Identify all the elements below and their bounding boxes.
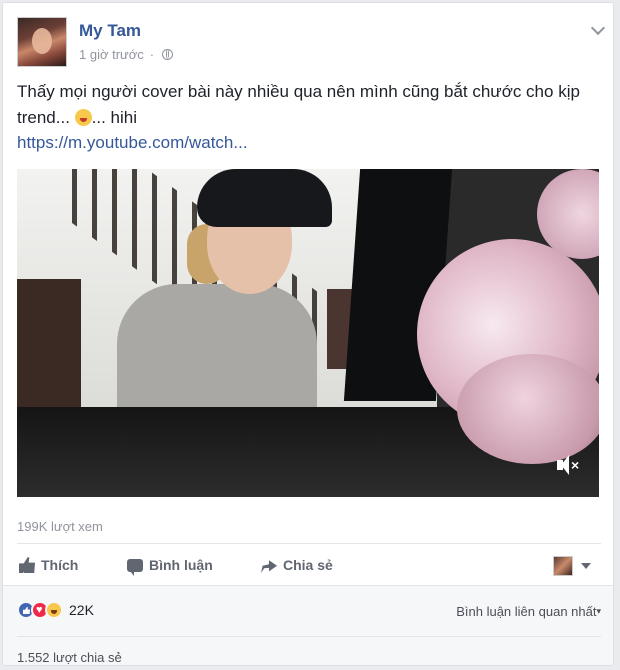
post-link[interactable]: https://m.youtube.com/watch... <box>17 133 248 153</box>
haha-emoji-icon <box>74 109 92 126</box>
chevron-down-icon[interactable] <box>581 563 591 569</box>
author-avatar[interactable] <box>17 17 67 67</box>
comment-label: Bình luận <box>149 557 213 573</box>
post-card: My Tam 1 giờ trước · Thấy mọi người cove… <box>2 2 614 666</box>
video-player[interactable]: × <box>17 169 599 497</box>
video-shelf <box>17 279 81 419</box>
comment-sort-label: Bình luận liên quan nhất <box>456 604 597 619</box>
share-count[interactable]: 1.552 lượt chia sẻ <box>17 650 122 665</box>
mute-icon[interactable]: × <box>557 455 581 475</box>
post-header: My Tam 1 giờ trước · <box>17 17 607 69</box>
share-label: Chia sẻ <box>283 557 333 573</box>
comment-button[interactable]: Bình luận <box>127 549 213 581</box>
action-bar: Thích Bình luận Chia sẻ <box>17 549 601 581</box>
meta-separator: · <box>149 47 155 62</box>
comment-icon <box>127 558 143 576</box>
like-label: Thích <box>41 557 79 573</box>
sort-caret-icon: ▾ <box>596 606 601 616</box>
like-icon <box>19 557 35 573</box>
globe-icon <box>162 49 174 60</box>
post-meta: 1 giờ trước · <box>79 47 174 62</box>
video-person-cap <box>197 169 332 227</box>
reaction-count[interactable]: 22K <box>69 602 94 618</box>
like-button[interactable]: Thích <box>19 549 78 581</box>
page-selector-avatar[interactable] <box>553 556 573 576</box>
divider-grey <box>17 636 601 637</box>
post-text: Thấy mọi người cover bài này nhiều qua n… <box>17 79 601 131</box>
share-icon <box>261 560 277 573</box>
comment-sort-dropdown[interactable]: Bình luận liên quan nhất▾ <box>456 604 601 619</box>
divider-top <box>17 543 601 544</box>
reactions-section: 22K Bình luận liên quan nhất▾ 1.552 lượt… <box>3 585 613 665</box>
view-count: 199K lượt xem <box>17 519 103 534</box>
video-rose-bottom <box>457 354 599 464</box>
haha-reaction-icon <box>45 601 63 619</box>
post-timestamp[interactable]: 1 giờ trước <box>79 47 144 62</box>
author-name[interactable]: My Tam <box>79 21 141 41</box>
chevron-down-icon[interactable] <box>590 20 606 36</box>
post-text-tail: ... hihi <box>91 108 138 127</box>
share-button[interactable]: Chia sẻ <box>261 549 333 581</box>
reactions-summary[interactable]: 22K <box>17 600 94 620</box>
video-person-body <box>117 284 317 424</box>
